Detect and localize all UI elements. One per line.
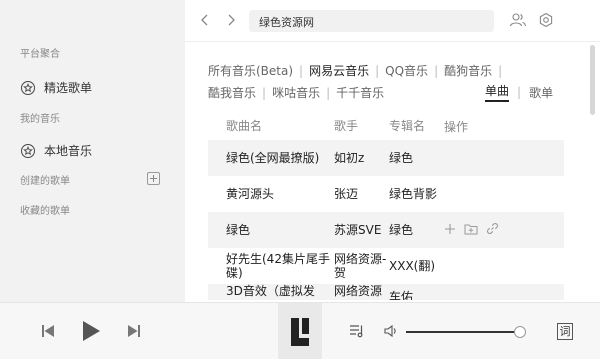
copy-link-button[interactable]	[486, 222, 499, 238]
column-header-ops: 操作	[444, 119, 469, 134]
column-header-name[interactable]: 歌曲名	[208, 119, 334, 133]
sidebar-item-label: 本地音乐	[44, 144, 93, 158]
song-name: 绿色	[226, 223, 251, 237]
table-row[interactable]: 黄河源头 张迈 绿色背影	[208, 176, 564, 212]
table-header: 歌曲名 歌手 专辑名 操作	[208, 112, 564, 140]
top-bar: 绿色资源网	[185, 0, 600, 42]
tab-source-migu[interactable]: 咪咕音乐	[272, 82, 320, 104]
play-icon	[83, 321, 100, 341]
section-collected-playlists: 收藏的歌单	[20, 206, 70, 217]
volume-slider-track[interactable]	[406, 331, 524, 333]
add-playlist-button[interactable]	[147, 172, 160, 185]
song-name: 3D音效（虚拟发	[226, 284, 315, 298]
section-platform: 平台聚合	[20, 49, 60, 60]
tab-source-qq[interactable]: QQ音乐	[385, 60, 428, 82]
user-button[interactable]	[509, 11, 527, 29]
tab-source-netease[interactable]: 网易云音乐	[309, 60, 369, 82]
tab-songs[interactable]: 单曲	[485, 82, 510, 102]
table-row[interactable]: 好先生(42集片尾手碟) 网络资源-贺 XXX(翻)	[208, 248, 564, 284]
song-album[interactable]: 绿色	[389, 223, 444, 237]
column-header-artist[interactable]: 歌手	[334, 119, 389, 133]
song-table: 歌曲名 歌手 专辑名 操作 绿色(全网最撩版) 如初z 绿色 黄河源头 张迈 绿…	[208, 112, 564, 300]
users-icon	[509, 13, 527, 27]
song-name: 绿色(全网最撩版)	[226, 151, 320, 165]
song-artist[interactable]: 网络资源	[334, 284, 389, 298]
song-artist[interactable]: 网络资源-贺	[334, 252, 389, 280]
plus-icon	[150, 175, 157, 182]
logo-icon	[291, 317, 309, 346]
next-track-button[interactable]	[126, 323, 142, 339]
scrollbar[interactable]	[590, 45, 595, 115]
tab-playlists[interactable]: 歌单	[529, 84, 553, 101]
previous-track-button[interactable]	[40, 323, 56, 339]
table-row[interactable]: 绿色 苏源SVE 绿色	[208, 212, 564, 248]
back-button[interactable]	[197, 11, 213, 29]
folder-plus-icon	[464, 224, 478, 234]
song-album[interactable]: 绿色背影	[389, 187, 444, 201]
sidebar-item-label: 精选歌单	[44, 81, 93, 95]
song-album[interactable]: 绿色	[389, 151, 444, 165]
star-icon	[20, 80, 36, 96]
playlist-icon	[350, 325, 363, 338]
sidebar-item-local-music[interactable]: 本地音乐	[20, 142, 92, 159]
player-bar: 词	[0, 302, 600, 359]
row-actions	[444, 222, 564, 238]
settings-button[interactable]	[537, 11, 555, 29]
tab-source-kuwo[interactable]: 酷我音乐	[208, 82, 256, 104]
volume-button[interactable]	[383, 323, 399, 339]
play-button[interactable]	[80, 319, 102, 343]
forward-button[interactable]	[223, 11, 239, 29]
chevron-right-icon	[228, 14, 235, 26]
gear-icon	[539, 12, 553, 28]
sidebar-item-featured-playlists[interactable]: 精选歌单	[20, 79, 92, 96]
section-created-playlists: 创建的歌单	[20, 176, 70, 187]
sidebar: 平台聚合 精选歌单 我的音乐 本地音乐 创建的歌单 收藏的歌单	[0, 0, 185, 302]
volume-slider-handle[interactable]	[514, 326, 527, 338]
plus-icon	[445, 223, 455, 234]
search-input[interactable]: 绿色资源网	[249, 10, 494, 32]
playlist-button[interactable]	[349, 323, 365, 339]
speaker-icon	[384, 324, 396, 338]
skip-next-icon	[128, 325, 140, 337]
chevron-left-icon	[201, 14, 208, 26]
add-to-folder-button[interactable]	[464, 223, 478, 238]
table-row[interactable]: 3D音效（虚拟发 网络资源 车佑	[208, 284, 564, 300]
song-artist[interactable]: 张迈	[334, 187, 389, 201]
star-icon	[20, 143, 36, 159]
lyrics-button[interactable]: 词	[557, 323, 573, 340]
tab-source-qianqian[interactable]: 千千音乐	[336, 82, 384, 104]
tab-source-all[interactable]: 所有音乐(Beta)	[208, 60, 293, 82]
skip-previous-icon	[42, 325, 54, 337]
album-cover[interactable]	[278, 303, 322, 359]
link-icon	[487, 223, 498, 234]
add-to-playlist-button[interactable]	[444, 223, 456, 238]
song-artist[interactable]: 苏源SVE	[334, 223, 389, 237]
song-name: 黄河源头	[226, 187, 275, 201]
song-artist[interactable]: 如初z	[334, 151, 389, 165]
song-album[interactable]: 车佑	[389, 284, 444, 300]
song-album[interactable]: XXX(翻)	[389, 259, 444, 273]
column-header-album[interactable]: 专辑名	[389, 119, 444, 133]
type-tabs: 单曲 | 歌单	[485, 82, 553, 102]
table-row[interactable]: 绿色(全网最撩版) 如初z 绿色	[208, 140, 564, 176]
song-name: 好先生(42集片尾手碟)	[226, 252, 330, 280]
tab-source-kugou[interactable]: 酷狗音乐	[444, 60, 492, 82]
section-my-music: 我的音乐	[20, 114, 60, 125]
